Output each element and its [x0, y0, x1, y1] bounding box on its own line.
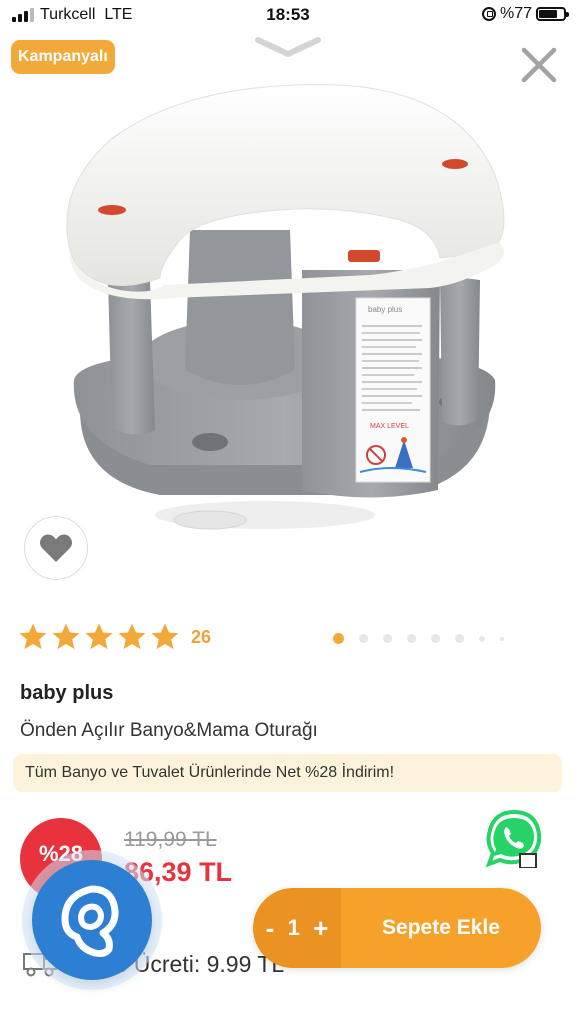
carousel-dot[interactable] — [479, 635, 485, 642]
quantity-value: 1 — [287, 915, 300, 940]
carousel-dot[interactable] — [359, 634, 368, 643]
star-icon — [52, 623, 80, 649]
quantity-increase-button[interactable]: + — [313, 913, 328, 944]
carousel-dot[interactable] — [500, 636, 504, 641]
carousel-dot[interactable] — [455, 634, 464, 643]
campaign-badge: Kampanyalı — [11, 40, 115, 74]
promo-banner[interactable]: Tüm Banyo ve Tuvalet Ürünlerinde Net %28… — [13, 754, 562, 792]
product-image[interactable]: baby plus MAX LEVEL — [40, 80, 510, 540]
promo-text: Tüm Banyo ve Tuvalet Ürünlerinde Net %28… — [25, 764, 395, 781]
battery-icon — [536, 7, 569, 21]
app-logo-icon — [61, 885, 119, 957]
carousel-dot[interactable] — [383, 634, 392, 643]
add-to-cart-button[interactable]: Sepete Ekle — [341, 888, 541, 968]
battery-area: %77 — [481, 5, 569, 23]
old-price: 119,99 TL — [124, 828, 217, 851]
star-icon — [151, 623, 179, 649]
close-icon[interactable] — [518, 44, 560, 86]
product-title: Önden Açılır Banyo&Mama Oturağı — [20, 720, 318, 741]
sticker-warning: MAX LEVEL — [370, 423, 409, 430]
carousel-dot[interactable] — [431, 634, 440, 643]
brand-name[interactable]: baby plus — [20, 682, 113, 705]
quantity-stepper: - 1 + — [253, 888, 341, 968]
favorite-button[interactable] — [24, 516, 88, 580]
quantity-decrease-button[interactable]: - — [266, 913, 275, 944]
battery-percent: %77 — [499, 5, 532, 22]
heart-icon — [39, 534, 73, 562]
orientation-lock-icon — [481, 7, 496, 21]
star-icon — [19, 623, 47, 649]
cart-bar: - 1 + Sepete Ekle — [253, 888, 541, 968]
rating[interactable]: 26 — [18, 622, 211, 652]
sticker-logo: baby plus — [368, 305, 402, 314]
status-bar: Turkcell LTE 18:53 %77 — [0, 0, 576, 30]
carousel-dot[interactable] — [333, 633, 344, 644]
review-count[interactable]: 26 — [191, 627, 211, 648]
carousel-dots[interactable] — [333, 633, 504, 644]
star-icon — [118, 623, 146, 649]
chevron-down-icon[interactable] — [252, 32, 324, 60]
app-logo-button[interactable] — [32, 860, 152, 980]
carousel-dot[interactable] — [407, 634, 416, 643]
star-rating — [18, 622, 180, 652]
star-icon — [85, 623, 113, 649]
whatsapp-icon[interactable] — [484, 808, 544, 868]
